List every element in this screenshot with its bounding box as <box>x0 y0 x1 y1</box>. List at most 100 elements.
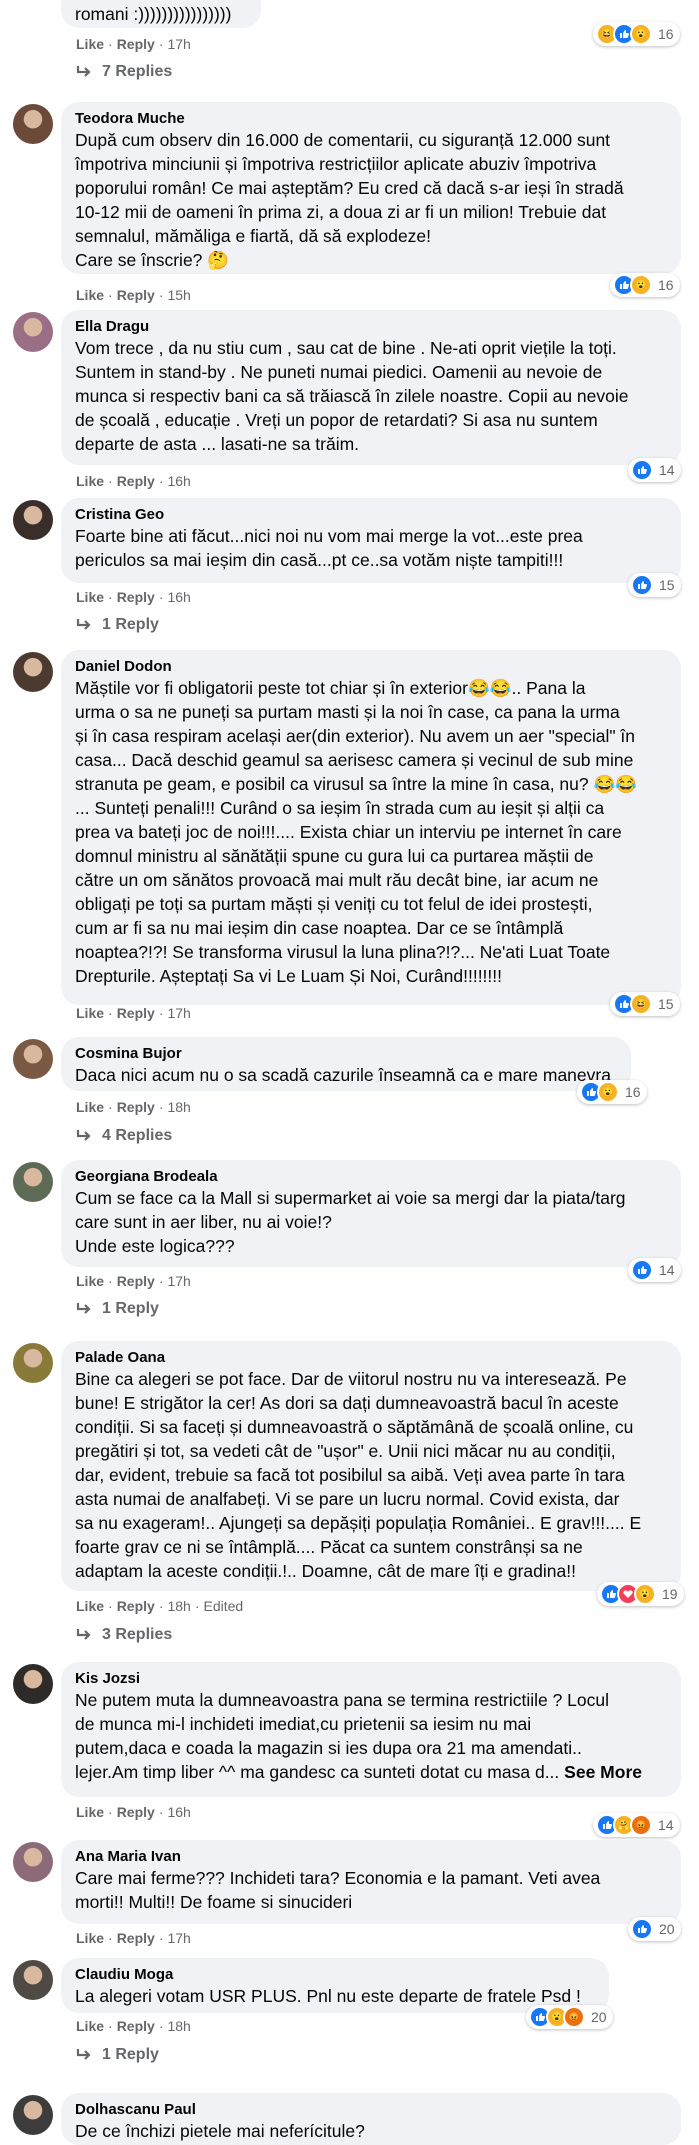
avatar[interactable] <box>13 312 53 352</box>
like-link[interactable]: Like <box>76 2018 104 2034</box>
comment-bubble: Cosmina Bujor Daca nici acum nu o sa scad… <box>61 1037 631 1091</box>
reply-link[interactable]: Reply <box>117 1598 155 1614</box>
comment-text: Daca nici acum nu o sa scadă cazurile în… <box>75 1063 619 1087</box>
comment-author[interactable]: Dolhascanu Paul <box>75 2100 669 2119</box>
like-link[interactable]: Like <box>76 1804 104 1820</box>
comment-author[interactable]: Claudiu Moga <box>75 1965 597 1984</box>
comment-author[interactable]: Teodora Muche <box>75 109 669 128</box>
comment-bubble: Teodora Muche După cum observ din 16.000 … <box>61 102 681 274</box>
comment-time[interactable]: 18h <box>167 1598 190 1614</box>
comment-time[interactable]: 15h <box>167 287 190 303</box>
comment-text-body: Foarte bine ati făcut...nici noi nu vom … <box>75 526 583 570</box>
like-link[interactable]: Like <box>76 1598 104 1614</box>
separator: · <box>108 1598 113 1614</box>
like-link[interactable]: Like <box>76 1273 104 1289</box>
comment-author[interactable]: Cristina Geo <box>75 505 669 524</box>
reaction-summary[interactable]: 15 <box>628 573 681 597</box>
reaction-summary[interactable]: 🤗 😡 14 <box>593 1813 680 1837</box>
avatar[interactable] <box>13 652 53 692</box>
view-replies-link[interactable]: 1 Reply <box>76 2046 159 2064</box>
avatar[interactable] <box>13 1343 53 1383</box>
comment-author[interactable]: Daniel Dodon <box>75 657 669 676</box>
comment-bubble: Ella Dragu Vom trece , da nu stiu cum , s… <box>61 310 681 465</box>
reply-link[interactable]: Reply <box>117 36 155 52</box>
avatar[interactable] <box>13 1162 53 1202</box>
comment-text: Bine ca alegeri se pot face. Dar de viit… <box>75 1367 669 1583</box>
view-replies-link[interactable]: 4 Replies <box>76 1127 172 1145</box>
reply-link[interactable]: Reply <box>117 589 155 605</box>
comment-text: Cum se face ca la Mall si supermarket ai… <box>75 1186 669 1258</box>
comment-time[interactable]: 17h <box>167 1273 190 1289</box>
comment-author[interactable]: Palade Oana <box>75 1348 669 1367</box>
comment-time[interactable]: 18h <box>167 2018 190 2034</box>
comment-text: Foarte bine ati făcut...nici noi nu vom … <box>75 524 669 572</box>
comment-text-body: De ce închizi pietele mai neferícitule? <box>75 2121 365 2141</box>
reaction-count: 20 <box>591 2009 607 2025</box>
edited-label[interactable]: Edited <box>204 1598 244 1614</box>
reply-link[interactable]: Reply <box>117 1099 155 1115</box>
reaction-count: 14 <box>658 1817 674 1833</box>
like-link[interactable]: Like <box>76 1099 104 1115</box>
reply-link[interactable]: Reply <box>117 287 155 303</box>
comment-time[interactable]: 17h <box>167 1930 190 1946</box>
separator: · <box>108 473 113 489</box>
separator: · <box>158 1598 164 1614</box>
like-link[interactable]: Like <box>76 36 104 52</box>
comment-author[interactable]: Ella Dragu <box>75 317 669 336</box>
like-link[interactable]: Like <box>76 473 104 489</box>
avatar[interactable] <box>13 104 53 144</box>
reply-link[interactable]: Reply <box>117 473 155 489</box>
reaction-summary[interactable]: 😮 😡 20 <box>526 2005 613 2029</box>
avatar[interactable] <box>13 500 53 540</box>
reply-link[interactable]: Reply <box>117 1005 155 1021</box>
reply-link[interactable]: Reply <box>117 1930 155 1946</box>
reply-link[interactable]: Reply <box>117 2018 155 2034</box>
reaction-count: 16 <box>658 26 674 42</box>
replies-label: 4 Replies <box>102 1127 173 1144</box>
separator: · <box>108 1804 113 1820</box>
comment-time[interactable]: 16h <box>167 473 190 489</box>
comment-time[interactable]: 17h <box>167 36 190 52</box>
reply-link[interactable]: Reply <box>117 1804 155 1820</box>
like-reaction-icon <box>631 1259 653 1281</box>
avatar[interactable] <box>13 1960 53 2000</box>
view-replies-link[interactable]: 1 Reply <box>76 1300 159 1318</box>
avatar[interactable] <box>13 2095 53 2135</box>
comment-time[interactable]: 16h <box>167 589 190 605</box>
avatar[interactable] <box>13 1664 53 1704</box>
reaction-summary[interactable]: 14 <box>628 458 681 482</box>
view-replies-link[interactable]: 1 Reply <box>76 616 159 634</box>
reaction-summary[interactable]: 14 <box>628 1258 681 1282</box>
comment-author[interactable]: Georgiana Brodeala <box>75 1167 669 1186</box>
comment-text: De ce închizi pietele mai neferícitule? <box>75 2119 669 2143</box>
see-more-link[interactable]: See More <box>564 1762 642 1782</box>
reaction-summary[interactable]: 😮 16 <box>577 1080 647 1104</box>
comment-actions: Like · Reply · 18h <box>76 1099 191 1115</box>
comment-author[interactable]: Cosmina Bujor <box>75 1044 619 1063</box>
reaction-summary[interactable]: 20 <box>628 1917 681 1941</box>
reply-link[interactable]: Reply <box>117 1273 155 1289</box>
reaction-summary[interactable]: 😆 😮 16 <box>593 22 680 46</box>
reply-arrow-icon <box>76 1629 91 1640</box>
comment-text: Ne putem muta la dumneavoastra pana se t… <box>75 1688 669 1784</box>
avatar[interactable] <box>13 1842 53 1882</box>
comment-time[interactable]: 16h <box>167 1804 190 1820</box>
like-link[interactable]: Like <box>76 1005 104 1021</box>
comment-time[interactable]: 18h <box>167 1099 190 1115</box>
view-replies-link[interactable]: 7 Replies <box>76 63 172 81</box>
comment-author[interactable]: Kis Jozsi <box>75 1669 669 1688</box>
replies-label: 7 Replies <box>102 63 173 80</box>
reaction-summary[interactable]: 😮 16 <box>610 273 680 297</box>
comment-author[interactable]: Ana Maria Ivan <box>75 1847 669 1866</box>
reaction-summary[interactable]: 😮 19 <box>597 1582 684 1606</box>
reaction-summary[interactable]: 😆 15 <box>610 992 680 1016</box>
comment-text: La alegeri votam USR PLUS. Pnl nu este d… <box>75 1984 597 2008</box>
comment-time[interactable]: 17h <box>167 1005 190 1021</box>
like-link[interactable]: Like <box>76 287 104 303</box>
like-link[interactable]: Like <box>76 1930 104 1946</box>
comment-actions: Like · Reply · 15h <box>76 287 191 303</box>
avatar[interactable] <box>13 1039 53 1079</box>
like-link[interactable]: Like <box>76 589 104 605</box>
reaction-count: 19 <box>662 1586 678 1602</box>
view-replies-link[interactable]: 3 Replies <box>76 1626 172 1644</box>
